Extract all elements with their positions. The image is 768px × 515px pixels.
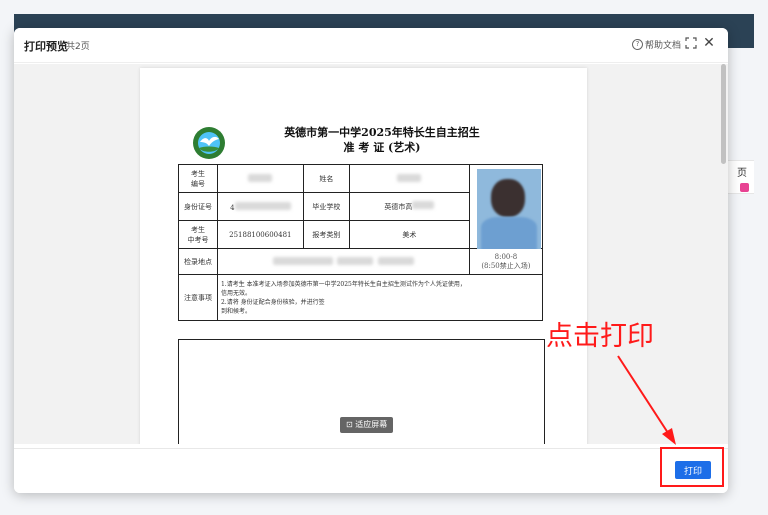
school-logo-icon <box>193 127 225 159</box>
label-examinee-no: 考生 编号 <box>178 164 218 193</box>
dialog-header: 打印预览 共2页 ? 帮助文档 ✕ <box>14 28 728 63</box>
value-id-no: 4 <box>216 192 304 221</box>
label-id-no: 身份证号 <box>178 192 218 221</box>
value-graduate-school: 英德市高 <box>349 192 470 221</box>
page-count: 共2页 <box>66 42 90 52</box>
value-notes: 1.请考生 本准考证入场参加英德市第一中学2025年特长生自主招生测试作为个人凭… <box>216 274 544 321</box>
background-tag <box>740 183 749 192</box>
label-category: 报考类别 <box>302 220 351 249</box>
annotation-text: 点击打印 <box>546 321 654 352</box>
notes-line-1b: 信用无效。 <box>220 289 251 297</box>
notes-line-1: 1.请考生 本准考证入场参加英德市第一中学2025年特长生自主招生测试作为个人凭… <box>220 280 466 288</box>
label-name: 姓名 <box>302 164 351 193</box>
value-exam-no: 25188100600481 <box>216 220 304 249</box>
label-graduate-school: 毕业学校 <box>302 192 351 221</box>
value-category: 美术 <box>349 220 470 249</box>
annotation-arrow-icon <box>617 355 676 445</box>
title-line-1: 英德市第一中学2025年特长生自主招生 <box>284 126 480 139</box>
photo-head <box>491 179 525 217</box>
close-icon[interactable]: ✕ <box>702 36 716 50</box>
examinee-photo <box>477 169 541 249</box>
title-line-2: 准 考 证 (艺术) <box>343 141 421 154</box>
label-notes: 注意事项 <box>178 274 218 321</box>
value-name <box>349 164 470 193</box>
help-link[interactable]: ? 帮助文档 <box>632 38 681 51</box>
dialog-footer <box>14 448 728 493</box>
notes-line-2b: 到和候考。 <box>220 307 251 315</box>
value-checkin-place <box>216 248 470 275</box>
value-examinee-no <box>216 164 304 193</box>
preview-page: 英德市第一中学2025年特长生自主招生 准 考 证 (艺术) 考生 编号 姓名 … <box>140 68 587 444</box>
label-checkin-place: 检录地点 <box>178 248 218 275</box>
document-title: 英德市第一中学2025年特长生自主招生 准 考 证 (艺术) <box>232 125 532 155</box>
notes-line-2: 2.请将 身份证配合身份核验，并进行签 <box>220 298 325 306</box>
preview-scrollbar[interactable] <box>721 64 726 164</box>
help-label: 帮助文档 <box>645 41 682 51</box>
school-prefix: 英德市高 <box>384 203 413 211</box>
print-button-highlight <box>660 447 724 487</box>
dialog-title: 打印预览 <box>24 40 68 53</box>
photo-body <box>481 217 537 249</box>
fit-screen-label: 适应屏幕 <box>355 420 388 429</box>
label-exam-no: 考生 中考号 <box>178 220 218 249</box>
question-icon: ? <box>632 39 643 50</box>
background-label: 页 <box>737 168 747 179</box>
fullscreen-icon[interactable] <box>685 37 697 49</box>
fit-screen-button[interactable]: ⊡ 适应屏幕 <box>340 417 394 433</box>
value-time: 8:00-8 (8:50禁止入场) <box>468 248 544 275</box>
id-prefix: 4 <box>230 203 235 212</box>
